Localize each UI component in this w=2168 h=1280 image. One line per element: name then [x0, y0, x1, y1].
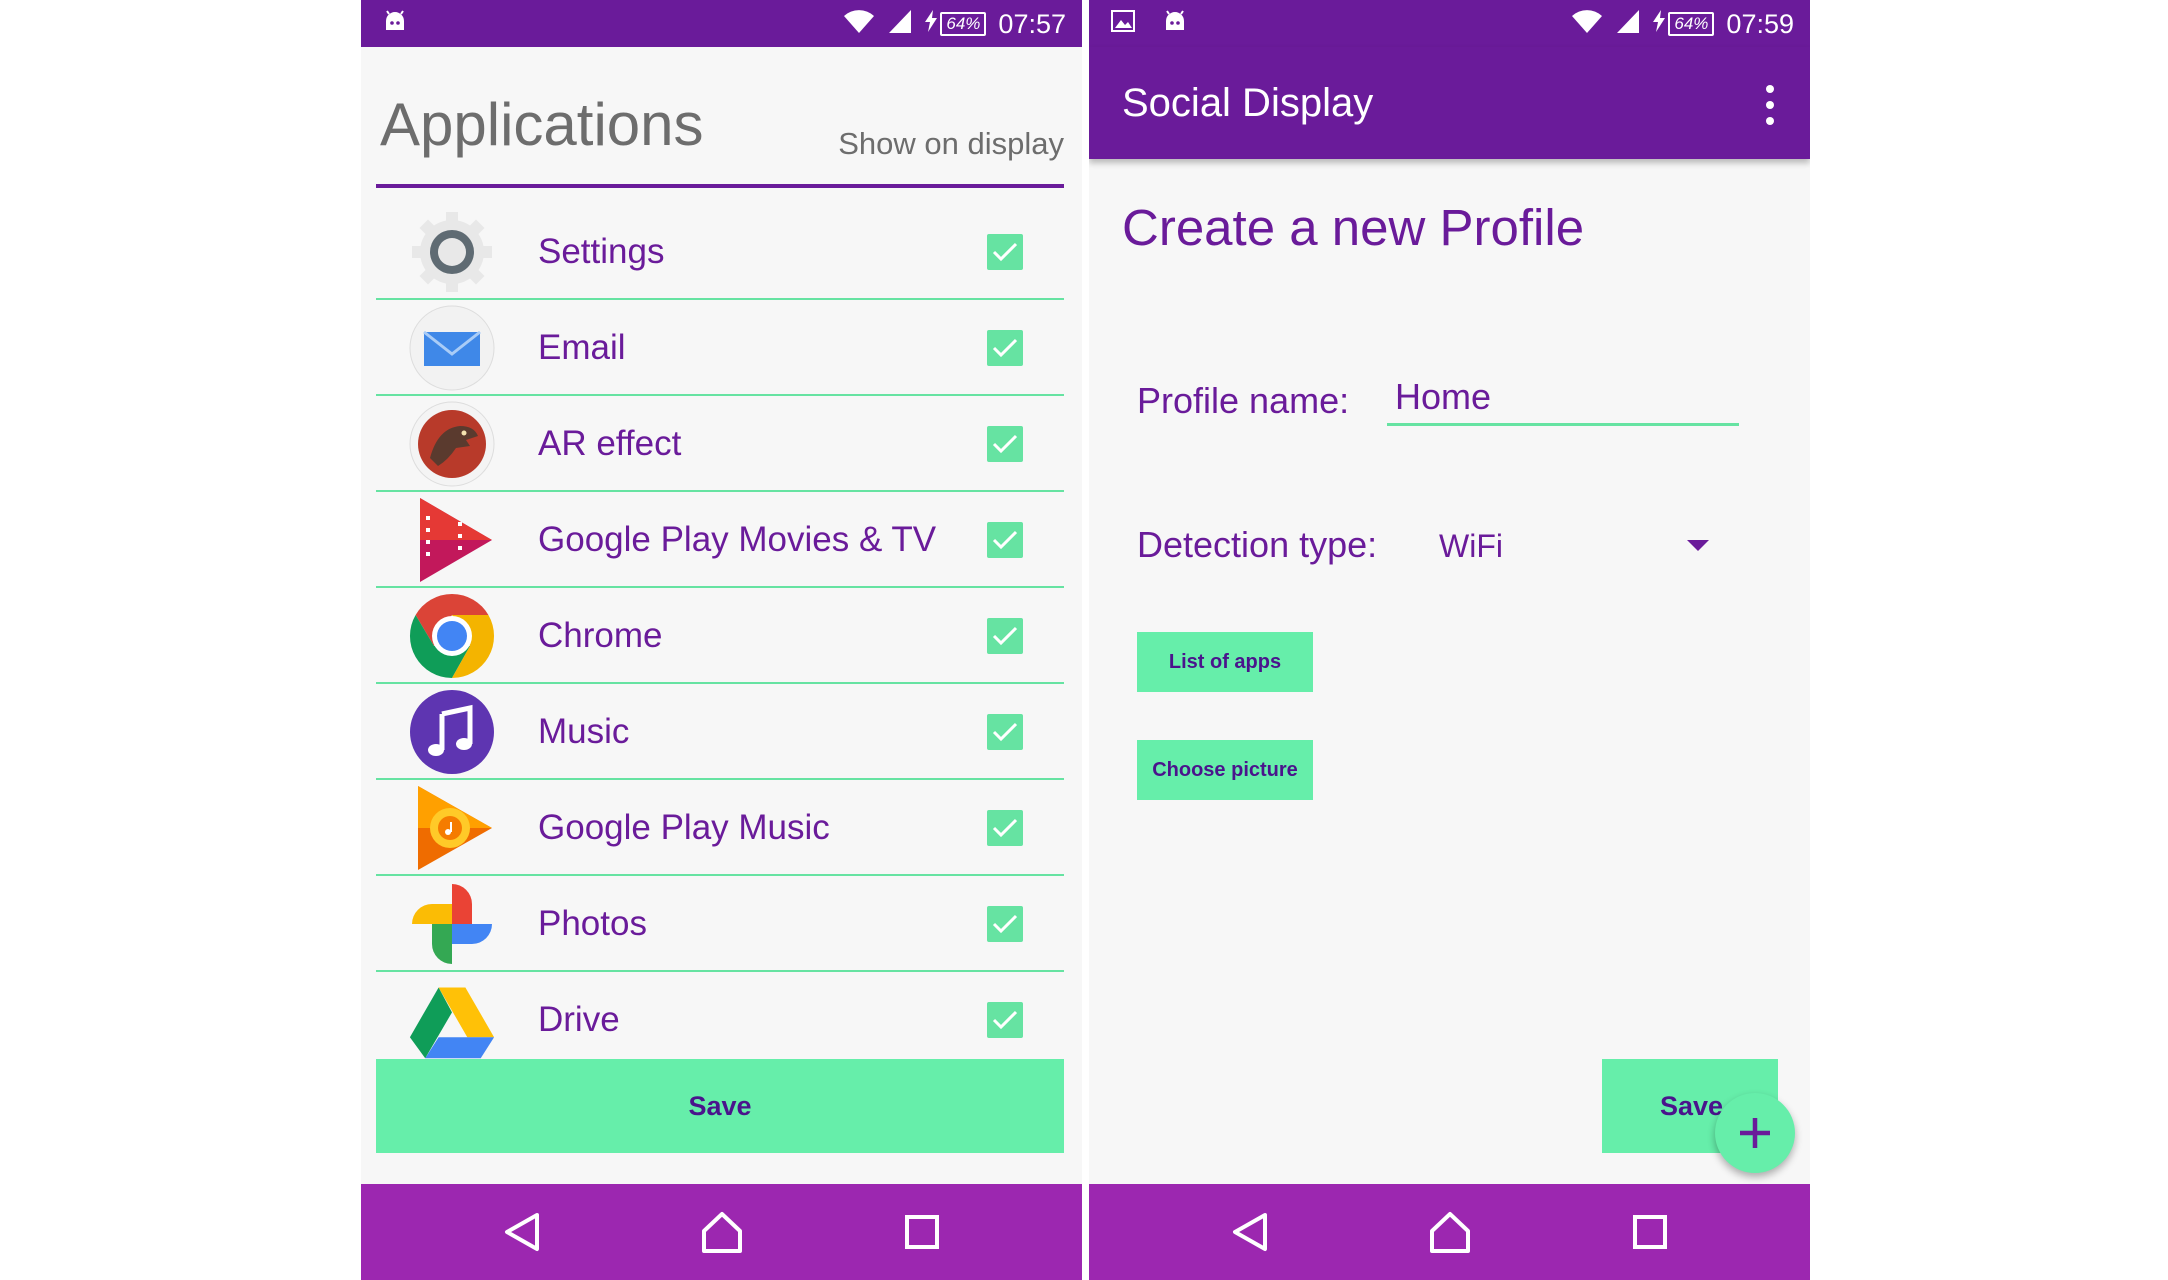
clock: 07:59	[1726, 8, 1794, 39]
show-checkbox[interactable]	[987, 426, 1023, 462]
charging-icon	[925, 10, 938, 37]
dropdown-arrow-icon	[1687, 540, 1709, 551]
save-button[interactable]: Save	[376, 1059, 1064, 1153]
app-title: Social Display	[1122, 81, 1374, 125]
chrome-icon	[408, 592, 496, 680]
app-name: Music	[538, 712, 630, 751]
home-icon[interactable]	[1410, 1197, 1490, 1267]
applications-screen: 64% 07:57 Applications Show on display S…	[361, 0, 1082, 1280]
show-checkbox[interactable]	[987, 714, 1023, 750]
detection-type-label: Detection type:	[1137, 524, 1378, 565]
navigation-bar	[361, 1184, 1082, 1280]
profile-name-label: Profile name:	[1137, 380, 1350, 421]
choose-picture-button[interactable]: Choose picture	[1137, 740, 1313, 800]
app-bar: Social Display	[1089, 47, 1810, 159]
app-name: Drive	[538, 1000, 620, 1039]
wifi-icon	[843, 8, 875, 39]
status-bar: 64% 07:59	[1089, 0, 1810, 47]
home-icon[interactable]	[682, 1197, 762, 1267]
page-title: Create a new Profile	[1122, 199, 1585, 256]
app-name: Photos	[538, 904, 647, 943]
android-debug-icon	[1163, 10, 1187, 37]
add-fab[interactable]	[1715, 1093, 1795, 1173]
battery-indicator: 64%	[1653, 10, 1715, 37]
recents-icon[interactable]	[882, 1197, 962, 1267]
back-icon[interactable]	[482, 1197, 562, 1267]
play-movies-icon	[408, 496, 496, 584]
email-icon	[408, 304, 496, 392]
signal-icon	[887, 8, 913, 39]
signal-icon	[1615, 8, 1641, 39]
app-name: Google Play Music	[538, 808, 830, 847]
music-icon	[408, 688, 496, 776]
show-checkbox[interactable]	[987, 618, 1023, 654]
list-item[interactable]: Drive	[376, 972, 1064, 1068]
list-item[interactable]: Google Play Music	[376, 780, 1064, 876]
applications-header: Applications Show on display	[376, 90, 1064, 188]
photos-icon	[408, 880, 496, 968]
status-bar: 64% 07:57	[361, 0, 1082, 47]
list-item[interactable]: Google Play Movies & TV	[376, 492, 1064, 588]
show-checkbox[interactable]	[987, 522, 1023, 558]
settings-icon	[408, 208, 496, 296]
plus-icon	[1740, 1118, 1770, 1148]
page-title: Applications	[380, 91, 704, 158]
overflow-menu-icon[interactable]	[1760, 85, 1780, 125]
create-profile-screen: 64% 07:59 Social Display Create a new Pr…	[1089, 0, 1810, 1280]
app-name: Settings	[538, 232, 665, 271]
image-notification-icon	[1111, 10, 1135, 37]
app-name: AR effect	[538, 424, 682, 463]
play-music-icon	[408, 784, 496, 872]
list-item[interactable]: Settings	[376, 204, 1064, 300]
column-header-show-on-display: Show on display	[838, 126, 1064, 161]
show-checkbox[interactable]	[987, 906, 1023, 942]
ar-effect-icon	[408, 400, 496, 488]
wifi-icon	[1571, 8, 1603, 39]
list-item[interactable]: Email	[376, 300, 1064, 396]
battery-level: 64%	[940, 11, 987, 36]
drive-icon	[408, 976, 496, 1064]
recents-icon[interactable]	[1610, 1197, 1690, 1267]
detection-type-value: WiFi	[1439, 528, 1503, 564]
profile-name-input[interactable]	[1387, 370, 1739, 426]
list-item[interactable]: Photos	[376, 876, 1064, 972]
list-of-apps-button[interactable]: List of apps	[1137, 632, 1313, 692]
detection-type-dropdown[interactable]: WiFi	[1439, 520, 1709, 572]
list-item[interactable]: Chrome	[376, 588, 1064, 684]
clock: 07:57	[998, 8, 1066, 39]
battery-indicator: 64%	[925, 10, 987, 37]
list-item[interactable]: AR effect	[376, 396, 1064, 492]
app-name: Chrome	[538, 616, 663, 655]
battery-level: 64%	[1668, 11, 1715, 36]
show-checkbox[interactable]	[987, 1002, 1023, 1038]
app-list: Settings Email AR effect Google Play Mov…	[376, 204, 1064, 1068]
charging-icon	[1653, 10, 1666, 37]
show-checkbox[interactable]	[987, 810, 1023, 846]
app-name: Google Play Movies & TV	[538, 520, 937, 559]
back-icon[interactable]	[1210, 1197, 1290, 1267]
list-item[interactable]: Music	[376, 684, 1064, 780]
android-debug-icon	[383, 10, 407, 37]
show-checkbox[interactable]	[987, 330, 1023, 366]
show-checkbox[interactable]	[987, 234, 1023, 270]
navigation-bar	[1089, 1184, 1810, 1280]
app-name: Email	[538, 328, 626, 367]
